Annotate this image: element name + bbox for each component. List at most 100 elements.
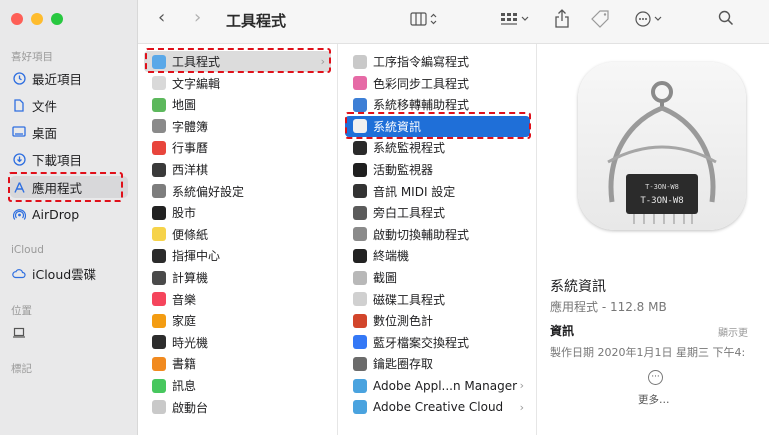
app-icon	[152, 205, 166, 220]
list-item-label: 家庭	[172, 314, 197, 329]
preview-pane: T-3ON-W8 T-3ON-W8 系統資訊 應用程式 - 112.8 MB 資…	[538, 44, 769, 435]
more-ellipsis-icon[interactable]: ···	[648, 370, 663, 385]
app-icon	[353, 162, 367, 177]
more-button[interactable]: 更多…	[638, 392, 670, 407]
list-item[interactable]: 啟動台	[144, 397, 331, 418]
list-item[interactable]: 指揮中心	[144, 245, 331, 266]
app-icon	[353, 140, 367, 155]
list-item[interactable]: 字體簿	[144, 116, 331, 137]
list-item[interactable]: 活動監視器	[345, 159, 530, 180]
app-icon	[353, 335, 367, 350]
chevron-right-icon: ›	[519, 400, 524, 414]
forward-button[interactable]: ›	[194, 7, 201, 28]
app-icon	[353, 205, 367, 220]
app-icon	[353, 76, 367, 91]
sidebar-item-desktop[interactable]: 桌面	[10, 121, 128, 143]
list-item[interactable]: 股市	[144, 202, 331, 223]
list-item[interactable]: 行事曆	[144, 137, 331, 158]
chevron-right-icon: ›	[519, 379, 524, 392]
list-item[interactable]: 書籍	[144, 353, 331, 374]
sidebar: 喜好項目 最近項目 文件 桌面 下載項目 應用程式 AirDrop iCloud…	[0, 0, 138, 435]
zoom-window-button[interactable]	[51, 13, 63, 25]
system-information-app-icon: T-3ON-W8 T-3ON-W8	[578, 62, 746, 230]
locations-section-title: 位置	[11, 305, 32, 317]
list-item[interactable]: 時光機	[144, 332, 331, 353]
group-icon[interactable]	[500, 11, 530, 31]
preview-created-date: 製作日期 2020年1月1日 星期三 下午4:	[550, 346, 746, 359]
share-icon[interactable]	[554, 9, 570, 32]
list-item[interactable]: 旁白工具程式	[345, 202, 530, 223]
list-item-label: 股市	[172, 206, 197, 221]
list-item-label: 指揮中心	[172, 249, 221, 264]
column-applications: 工具程式 › 文字編輯 地圖 字體簿 行事曆 西洋棋 系統偏好設定 股市 便條紙 指揮中心 計算機 音樂…	[138, 44, 338, 435]
search-icon[interactable]	[718, 10, 734, 30]
list-item[interactable]: 啟動切換輔助程式	[345, 224, 530, 245]
sidebar-item-recents[interactable]: 最近項目	[10, 67, 128, 89]
list-item[interactable]: Adobe Appl...n Manager ›	[345, 375, 530, 396]
sidebar-item-label: 下載項目	[32, 152, 83, 168]
list-item[interactable]: 截圖	[345, 267, 530, 288]
list-item[interactable]: Adobe Creative Cloud ›	[345, 397, 530, 418]
sidebar-item-label: 最近項目	[32, 71, 83, 87]
list-item-label: 時光機	[172, 335, 209, 350]
list-item-label: 便條紙	[172, 227, 209, 242]
list-item-label: 活動監視器	[373, 163, 434, 177]
show-more-link[interactable]: 顯示更	[718, 324, 748, 339]
list-item-label: 數位測色計	[373, 314, 434, 329]
list-item-label: 鑰匙圈存取	[373, 357, 434, 372]
list-item-label: 行事曆	[172, 141, 209, 156]
more-actions-icon[interactable]	[635, 11, 665, 31]
list-item[interactable]: 地圖	[144, 94, 331, 115]
app-icon	[353, 292, 367, 307]
close-window-button[interactable]	[11, 13, 23, 25]
list-item[interactable]: 計算機	[144, 267, 331, 288]
list-item[interactable]: 系統監視程式	[345, 137, 530, 158]
list-item[interactable]: 系統偏好設定	[144, 181, 331, 202]
sidebar-item-icloud-drive[interactable]: iCloud雲碟	[10, 262, 128, 284]
app-icon	[353, 184, 367, 199]
tag-icon[interactable]	[591, 10, 611, 32]
app-icon	[152, 97, 166, 112]
cloud-icon	[12, 266, 26, 280]
sidebar-item-airdrop[interactable]: AirDrop	[10, 203, 128, 225]
app-icon	[353, 378, 367, 393]
chip-label-bottom: T-3ON-W8	[640, 196, 683, 206]
app-icon	[353, 400, 367, 415]
list-item-label: 啟動切換輔助程式	[373, 227, 470, 242]
list-item[interactable]: 數位測色計	[345, 310, 530, 331]
list-item[interactable]: 西洋棋	[144, 159, 331, 180]
app-icon	[353, 54, 367, 69]
list-item[interactable]: 音樂	[144, 289, 331, 310]
list-item-label: 字體簿	[172, 119, 209, 134]
list-item[interactable]: 磁碟工具程式	[345, 289, 530, 310]
list-item[interactable]: 工序指令編寫程式	[345, 51, 530, 72]
list-item-label: 截圖	[373, 271, 398, 285]
sidebar-item-location[interactable]	[10, 321, 128, 343]
list-item[interactable]: 家庭	[144, 310, 331, 331]
window-controls	[11, 13, 63, 25]
back-button[interactable]: ‹	[158, 7, 165, 28]
list-item[interactable]: 便條紙	[144, 224, 331, 245]
list-item-label: 系統偏好設定	[172, 184, 245, 199]
columns-view-icon[interactable]	[410, 11, 440, 31]
list-item[interactable]: 鑰匙圈存取	[345, 353, 530, 374]
list-item-label: 終端機	[373, 249, 410, 264]
sidebar-item-label: 桌面	[32, 125, 58, 141]
list-item[interactable]: 文字編輯	[144, 73, 331, 94]
app-icon	[152, 140, 166, 155]
preview-app-name: 系統資訊	[550, 279, 606, 295]
toolbar: ‹ › 工具程式	[138, 0, 769, 44]
list-item[interactable]: 藍牙檔案交換程式	[345, 332, 530, 353]
list-item-label: 地圖	[172, 98, 197, 113]
document-icon	[12, 98, 26, 112]
list-item[interactable]: 訊息	[144, 375, 331, 396]
list-item[interactable]: 色彩同步工具程式	[345, 73, 530, 94]
minimize-window-button[interactable]	[31, 13, 43, 25]
app-icon	[152, 356, 166, 371]
list-item-label: 磁碟工具程式	[373, 292, 446, 307]
list-item[interactable]: 音訊 MIDI 設定	[345, 181, 530, 202]
app-icon	[152, 335, 166, 350]
sidebar-item-documents[interactable]: 文件	[10, 94, 128, 116]
list-item[interactable]: 終端機	[345, 245, 530, 266]
sidebar-item-downloads[interactable]: 下載項目	[10, 148, 128, 170]
